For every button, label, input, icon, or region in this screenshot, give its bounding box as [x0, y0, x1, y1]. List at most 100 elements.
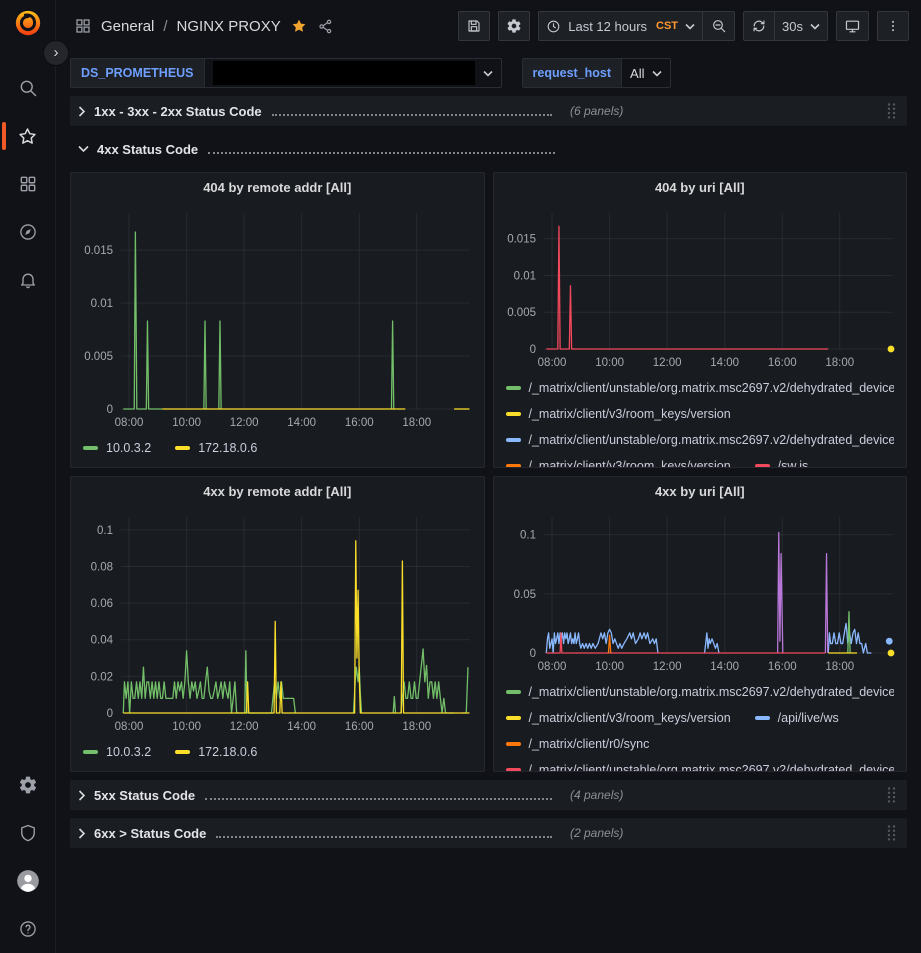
chevron-right-icon	[78, 828, 86, 839]
search-icon	[18, 78, 38, 98]
chevron-down-icon	[483, 70, 493, 77]
cycle-view-button[interactable]	[836, 11, 869, 41]
sidebar-expand-button[interactable]: ›	[43, 40, 69, 66]
refresh-interval-picker[interactable]: 30s	[775, 11, 828, 41]
x-axis-tick-label: 16:00	[345, 721, 374, 733]
legend-item[interactable]: /api/live/ws	[755, 711, 839, 725]
refresh-icon	[751, 18, 767, 34]
timeseries-plot[interactable]: 00.0050.010.01508:0010:0012:0014:0016:00…	[498, 201, 903, 373]
legend-item[interactable]: /_matrix/client/v3/room_keys/version	[506, 459, 731, 467]
x-axis-tick-label: 08:00	[115, 417, 144, 429]
row-5xx[interactable]: 5xx Status Code (4 panels)	[70, 780, 907, 810]
sidebar-item-dashboards[interactable]	[0, 160, 56, 208]
row-drag-handle[interactable]	[886, 824, 897, 842]
y-axis-tick-label: 0	[107, 404, 113, 416]
legend-item[interactable]: /_matrix/client/r0/sync	[506, 737, 650, 751]
legend-item[interactable]: /_matrix/client/unstable/org.matrix.msc2…	[506, 685, 895, 699]
timeseries-plot[interactable]: 00.050.108:0010:0012:0014:0016:0018:00	[498, 505, 903, 677]
legend-swatch	[506, 412, 521, 416]
breadcrumb-section[interactable]: General	[101, 18, 154, 35]
legend-row: /_matrix/client/unstable/org.matrix.msc2…	[506, 757, 895, 771]
panel-title[interactable]: 404 by remote addr [All]	[71, 173, 484, 201]
sidebar-item-alerting[interactable]	[0, 256, 56, 304]
legend-item[interactable]: 172.18.0.6	[175, 745, 257, 759]
zoom-out-button[interactable]	[703, 11, 735, 41]
time-range-picker[interactable]: Last 12 hours CST	[538, 11, 703, 41]
legend-item[interactable]: /sw.js	[755, 459, 809, 467]
panel-legend: /_matrix/client/unstable/org.matrix.msc2…	[494, 677, 907, 771]
request-host-variable-select[interactable]: All	[622, 58, 671, 88]
x-axis-tick-label: 08:00	[115, 721, 144, 733]
timeseries-plot[interactable]: 00.0050.010.01508:0010:0012:0014:0016:00…	[75, 201, 480, 433]
row-drag-handle[interactable]	[886, 786, 897, 804]
star-icon[interactable]	[290, 17, 308, 35]
legend-label: /api/live/ws	[778, 711, 839, 725]
x-axis-tick-label: 14:00	[710, 661, 739, 673]
legend-row: /_matrix/client/v3/room_keys/version	[506, 401, 895, 427]
refresh-button[interactable]	[743, 11, 775, 41]
y-axis-tick-label: 0.005	[507, 307, 536, 319]
timeseries-plot[interactable]: 00.020.040.060.080.108:0010:0012:0014:00…	[75, 505, 480, 737]
sidebar-item-profile[interactable]	[0, 857, 56, 905]
time-range-label: Last 12 hours	[568, 19, 647, 34]
legend-label: 10.0.3.2	[106, 745, 151, 759]
sidebar-item-starred[interactable]	[0, 112, 56, 160]
dashboard-settings-button[interactable]	[498, 11, 530, 41]
sidebar-item-help[interactable]	[0, 905, 56, 953]
kebab-icon	[886, 18, 900, 34]
legend-item[interactable]: 172.18.0.6	[175, 441, 257, 455]
kebab-menu-button[interactable]	[877, 11, 909, 41]
legend-item[interactable]: 10.0.3.2	[83, 745, 151, 759]
y-axis-tick-label: 0.01	[91, 298, 113, 310]
legend-item[interactable]: /_matrix/client/v3/room_keys/version	[506, 711, 731, 725]
grafana-logo[interactable]	[13, 8, 43, 38]
series-line	[204, 321, 206, 409]
chevron-down-icon	[685, 23, 695, 30]
row-4xx[interactable]: 4xx Status Code	[70, 134, 907, 164]
legend-item[interactable]: /_matrix/client/v3/room_keys/version	[506, 407, 731, 421]
series-line	[704, 633, 718, 653]
sidebar-item-search[interactable]	[0, 64, 56, 112]
sidebar-item-explore[interactable]	[0, 208, 56, 256]
panel-title[interactable]: 4xx by uri [All]	[494, 477, 907, 505]
legend-swatch	[506, 438, 521, 442]
series-point	[887, 346, 894, 353]
legend-swatch	[506, 716, 521, 720]
chevron-down-icon	[652, 70, 662, 77]
row-6xx[interactable]: 6xx > Status Code (2 panels)	[70, 818, 907, 848]
y-axis-tick-label: 0	[529, 648, 535, 660]
y-axis-tick-label: 0.01	[513, 270, 535, 282]
save-dashboard-button[interactable]	[458, 11, 490, 41]
timezone-label: CST	[656, 20, 678, 32]
panel-count: (4 panels)	[570, 788, 623, 802]
panel-title[interactable]: 4xx by remote addr [All]	[71, 477, 484, 505]
sidebar-item-server-admin[interactable]	[0, 809, 56, 857]
share-icon[interactable]	[317, 18, 334, 35]
legend-swatch	[175, 446, 190, 450]
panel-count: (2 panels)	[570, 826, 623, 840]
series-line	[123, 651, 295, 713]
x-axis-tick-label: 10:00	[172, 721, 201, 733]
avatar-icon	[15, 868, 41, 894]
row-1xx-3xx-2xx[interactable]: 1xx - 3xx - 2xx Status Code (6 panels)	[70, 96, 907, 126]
panel-404-by-remote-addr: 404 by remote addr [All] 00.0050.010.015…	[70, 172, 485, 468]
legend-item[interactable]: /_matrix/client/unstable/org.matrix.msc2…	[506, 433, 895, 447]
chart-svg: 00.020.040.060.080.108:0010:0012:0014:00…	[75, 505, 480, 737]
legend-item[interactable]: /_matrix/client/unstable/org.matrix.msc2…	[506, 763, 895, 771]
row-drag-handle[interactable]	[886, 102, 897, 120]
breadcrumb-title: NGINX PROXY	[177, 18, 281, 35]
panel-title[interactable]: 404 by uri [All]	[494, 173, 907, 201]
datasource-variable-select[interactable]	[205, 58, 502, 88]
series-line	[825, 554, 827, 653]
legend-item[interactable]: 10.0.3.2	[83, 441, 151, 455]
x-axis-tick-label: 12:00	[652, 357, 681, 369]
x-axis-tick-label: 10:00	[595, 661, 624, 673]
legend-row: /_matrix/client/unstable/org.matrix.msc2…	[506, 679, 895, 705]
chevron-right-icon	[78, 106, 86, 117]
y-axis-tick-label: 0	[529, 344, 535, 356]
y-axis-tick-label: 0.015	[507, 234, 536, 246]
legend-item[interactable]: /_matrix/client/unstable/org.matrix.msc2…	[506, 381, 895, 395]
row-title: 4xx Status Code	[97, 142, 198, 157]
legend-swatch	[83, 446, 98, 450]
sidebar-item-configuration[interactable]	[0, 761, 56, 809]
